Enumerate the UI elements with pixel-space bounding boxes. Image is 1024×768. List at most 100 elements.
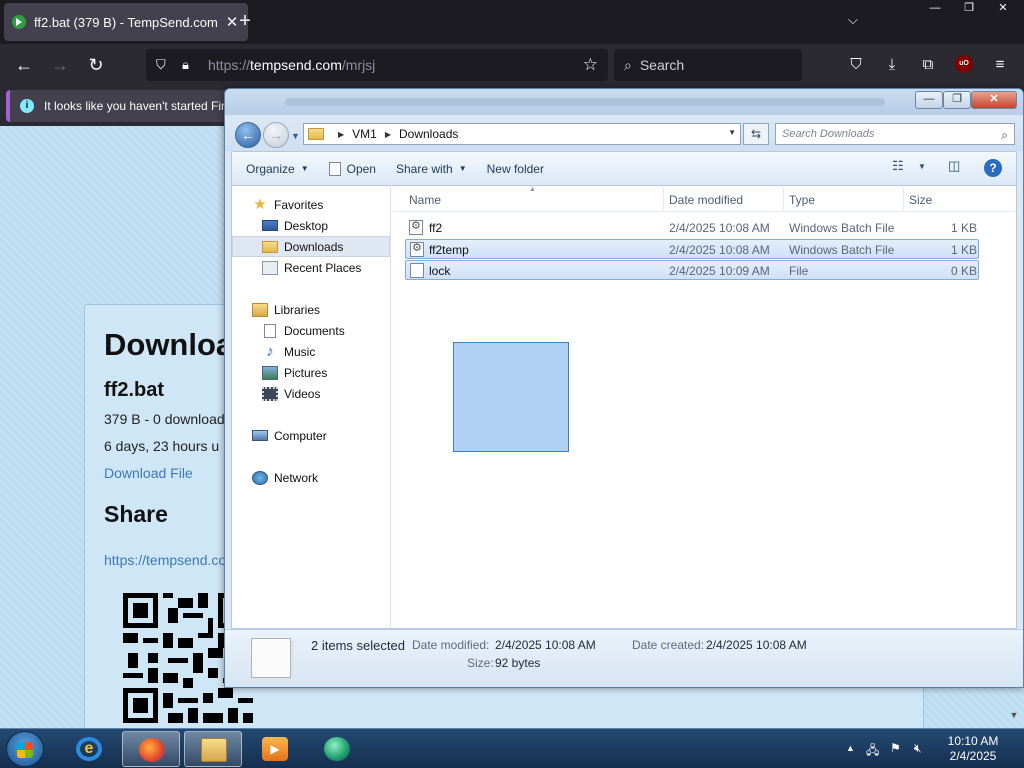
explorer-close-button[interactable]: ✕: [971, 91, 1017, 109]
nav-label: Recent Places: [284, 260, 362, 275]
file-row-ff2[interactable]: ff2 2/4/2025 10:08 AM Windows Batch File…: [405, 218, 979, 238]
taskbar-app-globe[interactable]: [308, 731, 366, 767]
page-scroll-down-arrow[interactable]: ▼: [1004, 710, 1024, 728]
column-name[interactable]: Name: [409, 193, 441, 207]
file-row-lock[interactable]: lock 2/4/2025 10:09 AM File 0 KB: [405, 260, 979, 280]
windows-logo-icon: [17, 742, 33, 758]
explorer-search-placeholder: Search Downloads: [782, 128, 875, 140]
organize-button[interactable]: Organize ▼: [236, 157, 319, 181]
browser-restore-button[interactable]: ❐: [952, 0, 986, 18]
change-view-icon[interactable]: ☷: [892, 158, 904, 174]
explorer-address-bar[interactable]: ▶ VM1 ▶ Downloads ▼: [303, 123, 741, 145]
system-clock[interactable]: 10:10 AM 2/4/2025: [938, 734, 1008, 764]
open-label: Open: [346, 161, 376, 176]
taskbar-media-player[interactable]: ▶: [246, 731, 304, 767]
taskbar-firefox[interactable]: [122, 731, 180, 767]
nav-music[interactable]: ♪ Music: [232, 341, 390, 362]
tracking-shield-icon[interactable]: ⛉: [156, 57, 174, 73]
open-button[interactable]: Open: [319, 157, 386, 181]
breadcrumb-chevron-icon[interactable]: ▶: [338, 130, 344, 139]
breadcrumb-vm1[interactable]: VM1: [352, 127, 377, 141]
new-folder-button[interactable]: New folder: [477, 157, 554, 181]
nav-computer[interactable]: Computer: [232, 425, 390, 446]
preview-pane-icon[interactable]: ◫: [948, 158, 960, 174]
volume-muted-icon[interactable]: 🔇︎: [914, 741, 922, 756]
bookmark-star-icon[interactable]: ☆: [583, 55, 598, 75]
action-center-flag-icon[interactable]: ⚑: [890, 741, 901, 755]
share-with-button[interactable]: Share with ▼: [386, 157, 477, 181]
nav-network[interactable]: Network: [232, 467, 390, 488]
recent-places-icon: [262, 260, 278, 275]
breadcrumb-chevron-icon[interactable]: ▶: [385, 130, 391, 139]
forward-button[interactable]: →: [48, 54, 72, 76]
reload-button[interactable]: ↻: [84, 54, 108, 76]
address-dropdown-icon[interactable]: ▼: [728, 128, 736, 137]
firefox-icon: [139, 738, 165, 762]
nav-label: Videos: [284, 386, 321, 401]
extensions-icon[interactable]: ⧉: [918, 55, 938, 75]
browser-minimize-button[interactable]: —: [918, 0, 952, 18]
title-bar-glass: [285, 98, 885, 106]
downloads-folder-icon: [262, 240, 278, 253]
browser-search-box[interactable]: ⌕ Search: [614, 49, 802, 81]
share-url-link[interactable]: https://tempsend.co: [104, 552, 226, 568]
taskbar-windows-explorer[interactable]: [184, 731, 242, 767]
breadcrumb-downloads[interactable]: Downloads: [399, 127, 458, 141]
show-hidden-icons-icon[interactable]: ▲: [846, 743, 855, 753]
recent-pages-dropdown-icon[interactable]: ▼: [291, 131, 300, 141]
refresh-icon[interactable]: ⇆: [743, 123, 769, 145]
nav-desktop[interactable]: Desktop: [232, 215, 390, 236]
nav-videos[interactable]: Videos: [232, 383, 390, 404]
explorer-back-button[interactable]: ←: [235, 122, 261, 148]
ublock-origin-icon[interactable]: uO: [955, 55, 973, 73]
details-pane: 2 items selected Date modified: 2/4/2025…: [225, 629, 1023, 687]
lock-icon[interactable]: 🔒︎: [182, 57, 200, 73]
browser-close-button[interactable]: ✕: [986, 0, 1020, 18]
column-divider[interactable]: [903, 188, 904, 210]
file-name: lock: [429, 264, 451, 278]
list-all-tabs-button[interactable]: ⌵: [848, 12, 858, 28]
nav-downloads[interactable]: Downloads: [232, 236, 390, 257]
desktop-icon: [262, 220, 278, 231]
navigation-pane: ★ Favorites Desktop Downloads Recent Plac…: [231, 185, 391, 629]
explorer-search-input[interactable]: Search Downloads ⌕: [775, 123, 1015, 145]
nav-label: Desktop: [284, 218, 329, 233]
column-divider[interactable]: [783, 188, 784, 210]
new-folder-label: New folder: [486, 161, 544, 176]
explorer-minimize-button[interactable]: —: [915, 91, 943, 109]
start-button[interactable]: [6, 731, 44, 767]
url-bar[interactable]: ⛉ 🔒︎ https://tempsend.com/mrjsj ☆: [146, 49, 608, 81]
nav-favorites[interactable]: ★ Favorites: [232, 194, 390, 215]
column-type[interactable]: Type: [789, 193, 815, 207]
computer-icon: [252, 430, 268, 441]
browser-tab-active[interactable]: ff2.bat (379 B) - TempSend.com ✕: [4, 3, 248, 41]
menu-icon[interactable]: ≡: [990, 55, 1010, 75]
column-date-modified[interactable]: Date modified: [669, 193, 743, 207]
size-label: Size:: [467, 656, 494, 670]
download-file-link[interactable]: Download File: [104, 465, 193, 481]
taskbar-internet-explorer[interactable]: e: [60, 731, 118, 767]
browser-nav-bar: ← → ↻ ⛉ 🔒︎ https://tempsend.com/mrjsj ☆ …: [0, 44, 1024, 86]
back-button[interactable]: ←: [12, 54, 36, 76]
batch-file-icon: [410, 241, 424, 257]
column-size[interactable]: Size: [909, 193, 932, 207]
pocket-icon[interactable]: ⛉: [846, 55, 866, 75]
new-tab-button[interactable]: +: [234, 10, 256, 32]
explorer-maximize-button[interactable]: ❐: [943, 91, 971, 109]
explorer-title-bar[interactable]: — ❐ ✕: [225, 89, 1023, 115]
network-tray-icon[interactable]: 🖧︎: [866, 741, 879, 762]
file-name: ff2temp: [429, 243, 469, 257]
help-icon[interactable]: ?: [984, 159, 1002, 177]
nav-label: Downloads: [284, 239, 344, 254]
file-row-ff2temp[interactable]: ff2temp 2/4/2025 10:08 AM Windows Batch …: [405, 239, 979, 259]
explorer-forward-button[interactable]: →: [263, 122, 289, 148]
nav-libraries[interactable]: Libraries: [232, 299, 390, 320]
view-options-dropdown-icon[interactable]: ▼: [918, 162, 926, 171]
size-value: 92 bytes: [495, 656, 541, 670]
nav-recent-places[interactable]: Recent Places: [232, 257, 390, 278]
downloads-icon[interactable]: ⤓: [882, 55, 902, 75]
nav-pictures[interactable]: Pictures: [232, 362, 390, 383]
column-divider[interactable]: [663, 188, 664, 210]
nav-label: Libraries: [274, 302, 321, 317]
nav-documents[interactable]: Documents: [232, 320, 390, 341]
